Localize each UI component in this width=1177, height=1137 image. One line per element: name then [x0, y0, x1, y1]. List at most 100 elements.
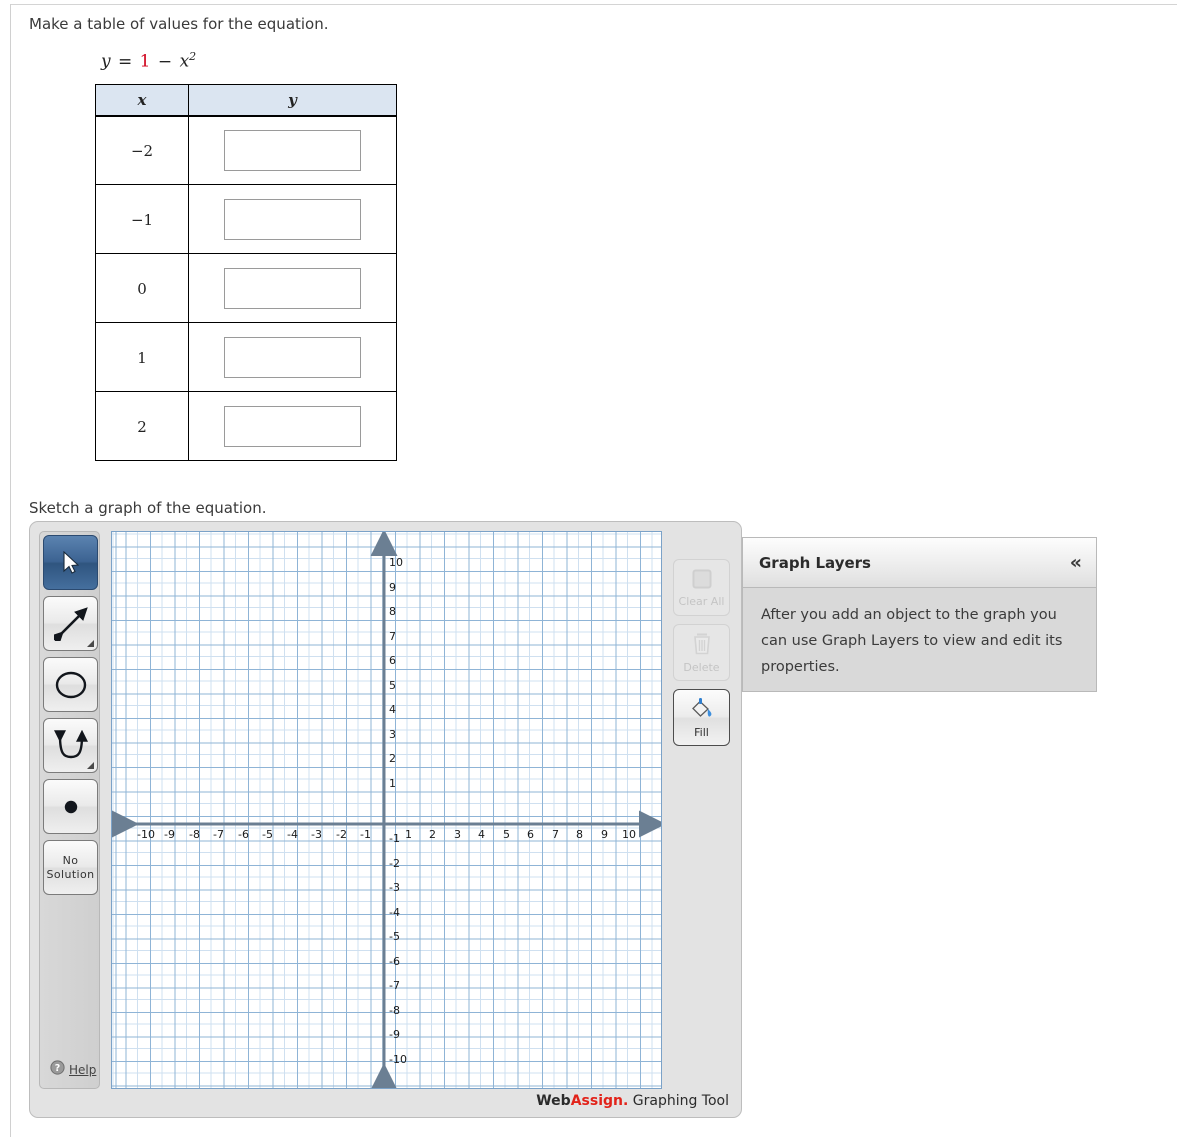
equation-display: y = 1 − x2	[101, 50, 196, 72]
cell-x: 0	[95, 253, 189, 323]
x-tick-label: -10	[137, 828, 155, 841]
tool-parabola-button[interactable]	[43, 718, 98, 773]
x-tick-label: -8	[189, 828, 200, 841]
y-input-row-1[interactable]	[224, 129, 361, 171]
tool-select-button[interactable]	[43, 535, 98, 590]
stop-square-icon	[691, 568, 713, 593]
question-mark-icon: ?	[50, 1060, 65, 1079]
clear-all-button[interactable]: Clear All	[673, 559, 730, 616]
values-table: x y −2 −1 0 1 2	[95, 84, 397, 461]
y-input-row-3[interactable]	[224, 267, 361, 309]
trash-can-icon	[691, 632, 713, 659]
delete-button[interactable]: Delete	[673, 624, 730, 681]
help-label: Help	[69, 1062, 97, 1077]
equation-constant: 1	[139, 51, 151, 72]
paint-bucket-icon	[689, 697, 715, 724]
x-value: −2	[130, 141, 154, 160]
fill-button[interactable]: Fill	[673, 689, 730, 746]
graphing-tool-panel: No Solution ? Help -10 -9 -8 -7 -6 -5 -4…	[29, 521, 742, 1118]
y-tick-label: -2	[389, 857, 400, 870]
y-tick-label: 2	[389, 752, 396, 765]
equation-equals: =	[118, 51, 133, 72]
graph-axes	[112, 532, 661, 1088]
column-header-y: y	[188, 84, 397, 117]
y-tick-label: -5	[389, 930, 400, 943]
x-tick-label: -7	[213, 828, 224, 841]
y-tick-label: 1	[389, 777, 396, 790]
y-tick-label: 9	[389, 581, 396, 594]
x-tick-label: 1	[405, 828, 412, 841]
table-prompt-text: Make a table of values for the equation.	[29, 15, 329, 33]
y-tick-label: -8	[389, 1004, 400, 1017]
graph-layers-panel: Graph Layers « After you add an object t…	[742, 537, 1097, 692]
page-root: Make a table of values for the equation.…	[0, 0, 1177, 1137]
cell-x: 2	[95, 391, 189, 461]
brand-tool: Graphing Tool	[628, 1093, 729, 1109]
table-body: −2 −1 0 1 2	[95, 115, 397, 461]
svg-text:?: ?	[55, 1063, 61, 1074]
webassign-branding: WebAssign. Graphing Tool	[536, 1093, 729, 1109]
dropdown-corner-icon[interactable]	[87, 640, 94, 647]
table-header-row: x y	[95, 84, 397, 117]
x-value: −1	[130, 210, 154, 229]
y-tick-label: 8	[389, 605, 396, 618]
cell-y	[188, 322, 397, 392]
x-tick-label: -4	[287, 828, 298, 841]
tool-no-solution-button[interactable]: No Solution	[43, 840, 98, 895]
table-row: 1	[95, 322, 397, 392]
y-input-row-2[interactable]	[224, 198, 361, 240]
tool-line-button[interactable]	[43, 596, 98, 651]
cell-y	[188, 391, 397, 461]
y-tick-label: 10	[389, 556, 403, 569]
no-solution-line-1: No	[62, 853, 79, 867]
x-tick-label: -6	[238, 828, 249, 841]
y-tick-label: 6	[389, 654, 396, 667]
circle-icon	[44, 658, 97, 711]
help-link[interactable]: ? Help	[50, 1060, 96, 1079]
x-tick-label: 7	[552, 828, 559, 841]
y-tick-label: -4	[389, 906, 400, 919]
delete-label: Delete	[683, 660, 720, 674]
no-solution-line-2: Solution	[46, 867, 95, 881]
graph-layers-header: Graph Layers «	[743, 538, 1096, 588]
collapse-chevron-icon[interactable]: «	[1070, 553, 1082, 572]
graph-layers-body-text: After you add an object to the graph you…	[761, 607, 1063, 675]
page-left-rule	[10, 4, 11, 1137]
y-tick-label: 5	[389, 679, 396, 692]
x-value: 1	[137, 348, 147, 367]
x-tick-label: 8	[576, 828, 583, 841]
x-tick-label: 5	[503, 828, 510, 841]
clear-all-label: Clear All	[678, 594, 725, 608]
x-tick-label: 4	[478, 828, 485, 841]
x-tick-label: -1	[360, 828, 371, 841]
cell-y	[188, 115, 397, 185]
graph-layers-title: Graph Layers	[759, 553, 871, 572]
page-top-rule	[10, 4, 1177, 5]
brand-web: Web	[536, 1093, 571, 1109]
cell-x: −2	[95, 115, 189, 185]
tool-circle-button[interactable]	[43, 657, 98, 712]
x-tick-label: 10	[622, 828, 636, 841]
cell-y	[188, 253, 397, 323]
y-tick-label: -3	[389, 881, 400, 894]
table-row: −2	[95, 115, 397, 185]
x-tick-label: -3	[311, 828, 322, 841]
action-button-strip: Clear All Delete Fill	[673, 531, 734, 1089]
cell-y	[188, 184, 397, 254]
cell-x: 1	[95, 322, 189, 392]
equation-exponent: 2	[189, 50, 197, 63]
x-tick-label: -9	[164, 828, 175, 841]
dropdown-corner-icon[interactable]	[87, 762, 94, 769]
y-tick-label: 3	[389, 728, 396, 741]
y-tick-label: -10	[389, 1053, 407, 1066]
y-input-row-5[interactable]	[224, 405, 361, 447]
graph-canvas[interactable]: -10 -9 -8 -7 -6 -5 -4 -3 -2 -1 1 2 3 4 5…	[111, 531, 662, 1089]
x-tick-label: 3	[454, 828, 461, 841]
graph-prompt-text: Sketch a graph of the equation.	[29, 499, 267, 517]
x-tick-label: 2	[429, 828, 436, 841]
cursor-arrow-icon	[44, 536, 97, 589]
tool-point-button[interactable]	[43, 779, 98, 834]
x-value: 2	[137, 417, 147, 436]
y-input-row-4[interactable]	[224, 336, 361, 378]
cell-x: −1	[95, 184, 189, 254]
